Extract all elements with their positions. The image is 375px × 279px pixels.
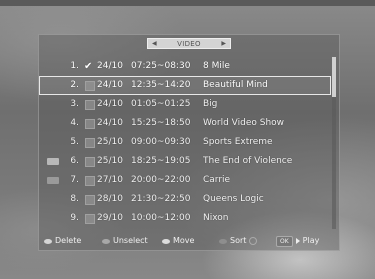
play-label: Play <box>302 236 320 245</box>
item-date: 25/10 <box>97 156 123 166</box>
list-item[interactable]: 3. 24/10 01:05~01:25 Big <box>39 95 331 114</box>
checkbox[interactable] <box>85 195 95 205</box>
item-time: 15:25~18:50 <box>131 118 191 128</box>
list-item[interactable]: 7. 27/10 20:00~22:00 Carrie <box>39 171 331 190</box>
item-time: 10:00~12:00 <box>131 213 191 223</box>
checkbox[interactable] <box>85 100 95 110</box>
item-title: World Video Show <box>203 118 285 128</box>
item-title: Queens Logic <box>203 194 264 204</box>
item-time: 12:35~14:20 <box>131 80 191 90</box>
item-number: 7. <box>70 175 79 185</box>
list-item[interactable]: 1. ✔ 24/10 07:25~08:30 8 Mile <box>39 57 331 76</box>
clock-icon <box>249 237 258 245</box>
item-title: The End of Violence <box>203 156 293 166</box>
item-time: 20:00~22:00 <box>131 175 191 185</box>
list-item[interactable]: 8. 28/10 21:30~22:50 Queens Logic <box>39 190 331 209</box>
scrollbar-thumb[interactable] <box>332 57 336 97</box>
item-number: 9. <box>70 213 79 223</box>
unselect-label: Unselect <box>113 236 148 245</box>
checkbox[interactable] <box>85 138 95 148</box>
item-date: 28/10 <box>97 194 123 204</box>
item-number: 2. <box>70 80 79 90</box>
list-item[interactable]: 5. 25/10 09:00~09:30 Sports Extreme <box>39 133 331 152</box>
item-time: 18:25~19:05 <box>131 156 191 166</box>
ok-badge: OK <box>276 235 293 247</box>
checkmark-icon[interactable]: ✔ <box>84 57 92 76</box>
left-arrow-icon[interactable]: ◀ <box>152 40 157 47</box>
item-number: 1. <box>70 61 79 71</box>
right-arrow-icon[interactable]: ▶ <box>221 40 226 47</box>
green-button-icon <box>102 238 110 244</box>
scrollbar[interactable] <box>332 57 336 229</box>
checkbox[interactable] <box>85 119 95 129</box>
checkbox[interactable] <box>85 176 95 186</box>
item-title: Beautiful Mind <box>203 80 268 90</box>
item-title: Big <box>203 99 218 109</box>
checkbox[interactable] <box>85 81 95 91</box>
play-button[interactable]: OK Play <box>276 233 319 249</box>
delete-button[interactable]: Delete <box>44 233 81 249</box>
item-date: 24/10 <box>97 99 123 109</box>
item-date: 29/10 <box>97 213 123 223</box>
item-time: 01:05~01:25 <box>131 99 191 109</box>
delete-label: Delete <box>55 236 82 245</box>
blue-button-icon <box>219 238 227 244</box>
item-title: Sports Extreme <box>203 137 273 147</box>
recording-list: 1. ✔ 24/10 07:25~08:30 8 Mile 2. 24/10 1… <box>39 57 331 228</box>
item-number: 3. <box>70 99 79 109</box>
move-label: Move <box>173 236 195 245</box>
play-icon <box>295 238 300 244</box>
item-date: 24/10 <box>97 61 123 71</box>
yellow-button-icon <box>162 238 170 244</box>
list-item-highlighted[interactable]: 2. 24/10 12:35~14:20 Beautiful Mind <box>39 76 331 95</box>
recording-list-panel: ◀ VIDEO ▶ 1. ✔ 24/10 07:25~08:30 8 Mile … <box>38 34 340 251</box>
item-date: 24/10 <box>97 118 123 128</box>
item-title: Carrie <box>203 175 231 185</box>
category-selector[interactable]: ◀ VIDEO ▶ <box>147 38 231 49</box>
item-number: 6. <box>70 156 79 166</box>
category-title: VIDEO <box>177 39 201 48</box>
item-date: 27/10 <box>97 175 123 185</box>
list-item[interactable]: 4. 24/10 15:25~18:50 World Video Show <box>39 114 331 133</box>
item-title: 8 Mile <box>203 61 230 71</box>
button-guide: Delete Unselect Move Sort OK Play <box>44 233 336 249</box>
checkbox[interactable] <box>85 214 95 224</box>
top-frame <box>0 0 375 6</box>
item-number: 4. <box>70 118 79 128</box>
list-item[interactable]: 6. 25/10 18:25~19:05 The End of Violence <box>39 152 331 171</box>
item-date: 24/10 <box>97 80 123 90</box>
item-time: 21:30~22:50 <box>131 194 191 204</box>
item-time: 09:00~09:30 <box>131 137 191 147</box>
item-title: Nixon <box>203 213 229 223</box>
sort-label: Sort <box>230 236 247 245</box>
item-number: 8. <box>70 194 79 204</box>
item-date: 25/10 <box>97 137 123 147</box>
sort-button[interactable]: Sort <box>219 233 258 249</box>
unselect-button[interactable]: Unselect <box>102 233 148 249</box>
move-button[interactable]: Move <box>162 233 194 249</box>
item-time: 07:25~08:30 <box>131 61 191 71</box>
checkbox[interactable] <box>85 157 95 167</box>
item-number: 5. <box>70 137 79 147</box>
list-item[interactable]: 9. 29/10 10:00~12:00 Nixon <box>39 209 331 228</box>
red-button-icon <box>44 238 52 244</box>
